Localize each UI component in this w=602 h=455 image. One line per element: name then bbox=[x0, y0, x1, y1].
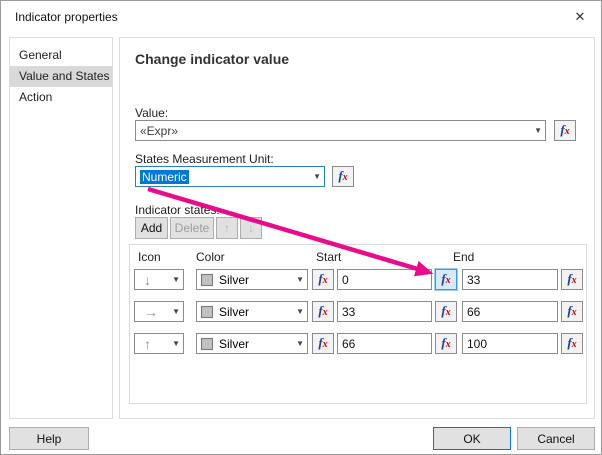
cancel-button[interactable]: Cancel bbox=[517, 427, 595, 450]
right-arrow-icon: → bbox=[144, 304, 158, 320]
add-button[interactable]: Add bbox=[135, 217, 168, 239]
chevron-down-icon[interactable]: ▼ bbox=[172, 276, 180, 284]
end-input[interactable] bbox=[462, 301, 558, 322]
page-title: Change indicator value bbox=[135, 51, 290, 67]
indicator-properties-dialog: Indicator properties ✕ General Value and… bbox=[0, 0, 602, 455]
start-input[interactable] bbox=[337, 333, 432, 354]
sidebar-item-action[interactable]: Action bbox=[10, 87, 112, 108]
column-header-start: Start bbox=[316, 250, 342, 264]
help-button[interactable]: Help bbox=[9, 427, 89, 450]
chevron-down-icon[interactable]: ▼ bbox=[172, 340, 180, 348]
color-swatch bbox=[201, 306, 213, 318]
chevron-down-icon[interactable]: ▼ bbox=[296, 308, 304, 316]
fx-x-glyph: x bbox=[571, 307, 577, 318]
table-row: → ▼ Silver ▼ fx fx fx bbox=[134, 301, 584, 322]
start-fx-button[interactable]: fx bbox=[435, 269, 457, 290]
sidebar: General Value and States Action bbox=[9, 37, 113, 419]
table-row: ↑ ▼ Silver ▼ fx fx fx bbox=[134, 333, 584, 354]
down-arrow-icon: ↓ bbox=[144, 272, 151, 288]
column-header-icon: Icon bbox=[138, 250, 161, 264]
start-input[interactable] bbox=[337, 301, 432, 322]
fx-x-glyph: x bbox=[571, 275, 577, 286]
fx-x-glyph: x bbox=[564, 126, 570, 137]
fx-x-glyph: x bbox=[322, 275, 328, 286]
close-icon[interactable]: ✕ bbox=[567, 6, 593, 28]
indicator-states-label: Indicator states: bbox=[135, 203, 220, 217]
indicator-states-table: Icon Color Start End ↓ ▼ Silver ▼ fx fx bbox=[129, 244, 587, 404]
fx-x-glyph: x bbox=[445, 339, 451, 350]
fx-x-glyph: x bbox=[445, 275, 451, 286]
up-arrow-icon: ↑ bbox=[144, 336, 151, 352]
color-name: Silver bbox=[219, 273, 250, 287]
value-combobox-text: «Expr» bbox=[140, 124, 179, 138]
color-name: Silver bbox=[219, 337, 250, 351]
end-fx-button[interactable]: fx bbox=[561, 333, 583, 354]
color-dropdown[interactable]: Silver ▼ bbox=[196, 301, 308, 322]
end-fx-button[interactable]: fx bbox=[561, 269, 583, 290]
delete-button[interactable]: Delete bbox=[170, 217, 214, 239]
chevron-down-icon[interactable]: ▼ bbox=[313, 173, 321, 181]
start-fx-button[interactable]: fx bbox=[435, 333, 457, 354]
end-fx-button[interactable]: fx bbox=[561, 301, 583, 322]
column-header-color: Color bbox=[196, 250, 225, 264]
color-fx-button[interactable]: fx bbox=[312, 333, 334, 354]
color-fx-button[interactable]: fx bbox=[312, 269, 334, 290]
chevron-down-icon[interactable]: ▼ bbox=[296, 276, 304, 284]
chevron-down-icon[interactable]: ▼ bbox=[296, 340, 304, 348]
icon-dropdown[interactable]: ↑ ▼ bbox=[134, 333, 184, 354]
unit-combobox-text: Numeric bbox=[140, 170, 189, 184]
dialog-title: Indicator properties bbox=[15, 10, 118, 24]
color-swatch bbox=[201, 274, 213, 286]
unit-label: States Measurement Unit: bbox=[135, 152, 274, 166]
value-label: Value: bbox=[135, 106, 169, 120]
fx-x-glyph: x bbox=[342, 172, 348, 183]
titlebar: Indicator properties ✕ bbox=[1, 1, 601, 31]
column-header-end: End bbox=[453, 250, 475, 264]
sidebar-item-value-and-states[interactable]: Value and States bbox=[10, 66, 112, 87]
color-dropdown[interactable]: Silver ▼ bbox=[196, 333, 308, 354]
unit-fx-button[interactable]: fx bbox=[332, 166, 354, 187]
start-input[interactable] bbox=[337, 269, 432, 290]
start-fx-button[interactable]: fx bbox=[435, 301, 457, 322]
chevron-down-icon[interactable]: ▼ bbox=[534, 127, 542, 135]
table-row: ↓ ▼ Silver ▼ fx fx fx bbox=[134, 269, 584, 290]
icon-dropdown[interactable]: ↓ ▼ bbox=[134, 269, 184, 290]
fx-x-glyph: x bbox=[322, 307, 328, 318]
content-panel: Change indicator value Value: «Expr» ▼ f… bbox=[119, 37, 595, 419]
move-down-icon[interactable]: ↓ bbox=[240, 217, 262, 239]
move-up-icon[interactable]: ↑ bbox=[216, 217, 238, 239]
value-fx-button[interactable]: fx bbox=[554, 120, 576, 141]
fx-x-glyph: x bbox=[322, 339, 328, 350]
icon-dropdown[interactable]: → ▼ bbox=[134, 301, 184, 322]
sidebar-item-general[interactable]: General bbox=[10, 45, 112, 66]
color-swatch bbox=[201, 338, 213, 350]
fx-x-glyph: x bbox=[445, 307, 451, 318]
chevron-down-icon[interactable]: ▼ bbox=[172, 308, 180, 316]
color-fx-button[interactable]: fx bbox=[312, 301, 334, 322]
color-dropdown[interactable]: Silver ▼ bbox=[196, 269, 308, 290]
fx-x-glyph: x bbox=[571, 339, 577, 350]
end-input[interactable] bbox=[462, 333, 558, 354]
color-name: Silver bbox=[219, 305, 250, 319]
value-combobox[interactable]: «Expr» ▼ bbox=[135, 120, 546, 141]
unit-combobox[interactable]: Numeric ▼ bbox=[135, 166, 325, 187]
ok-button[interactable]: OK bbox=[433, 427, 511, 450]
end-input[interactable] bbox=[462, 269, 558, 290]
